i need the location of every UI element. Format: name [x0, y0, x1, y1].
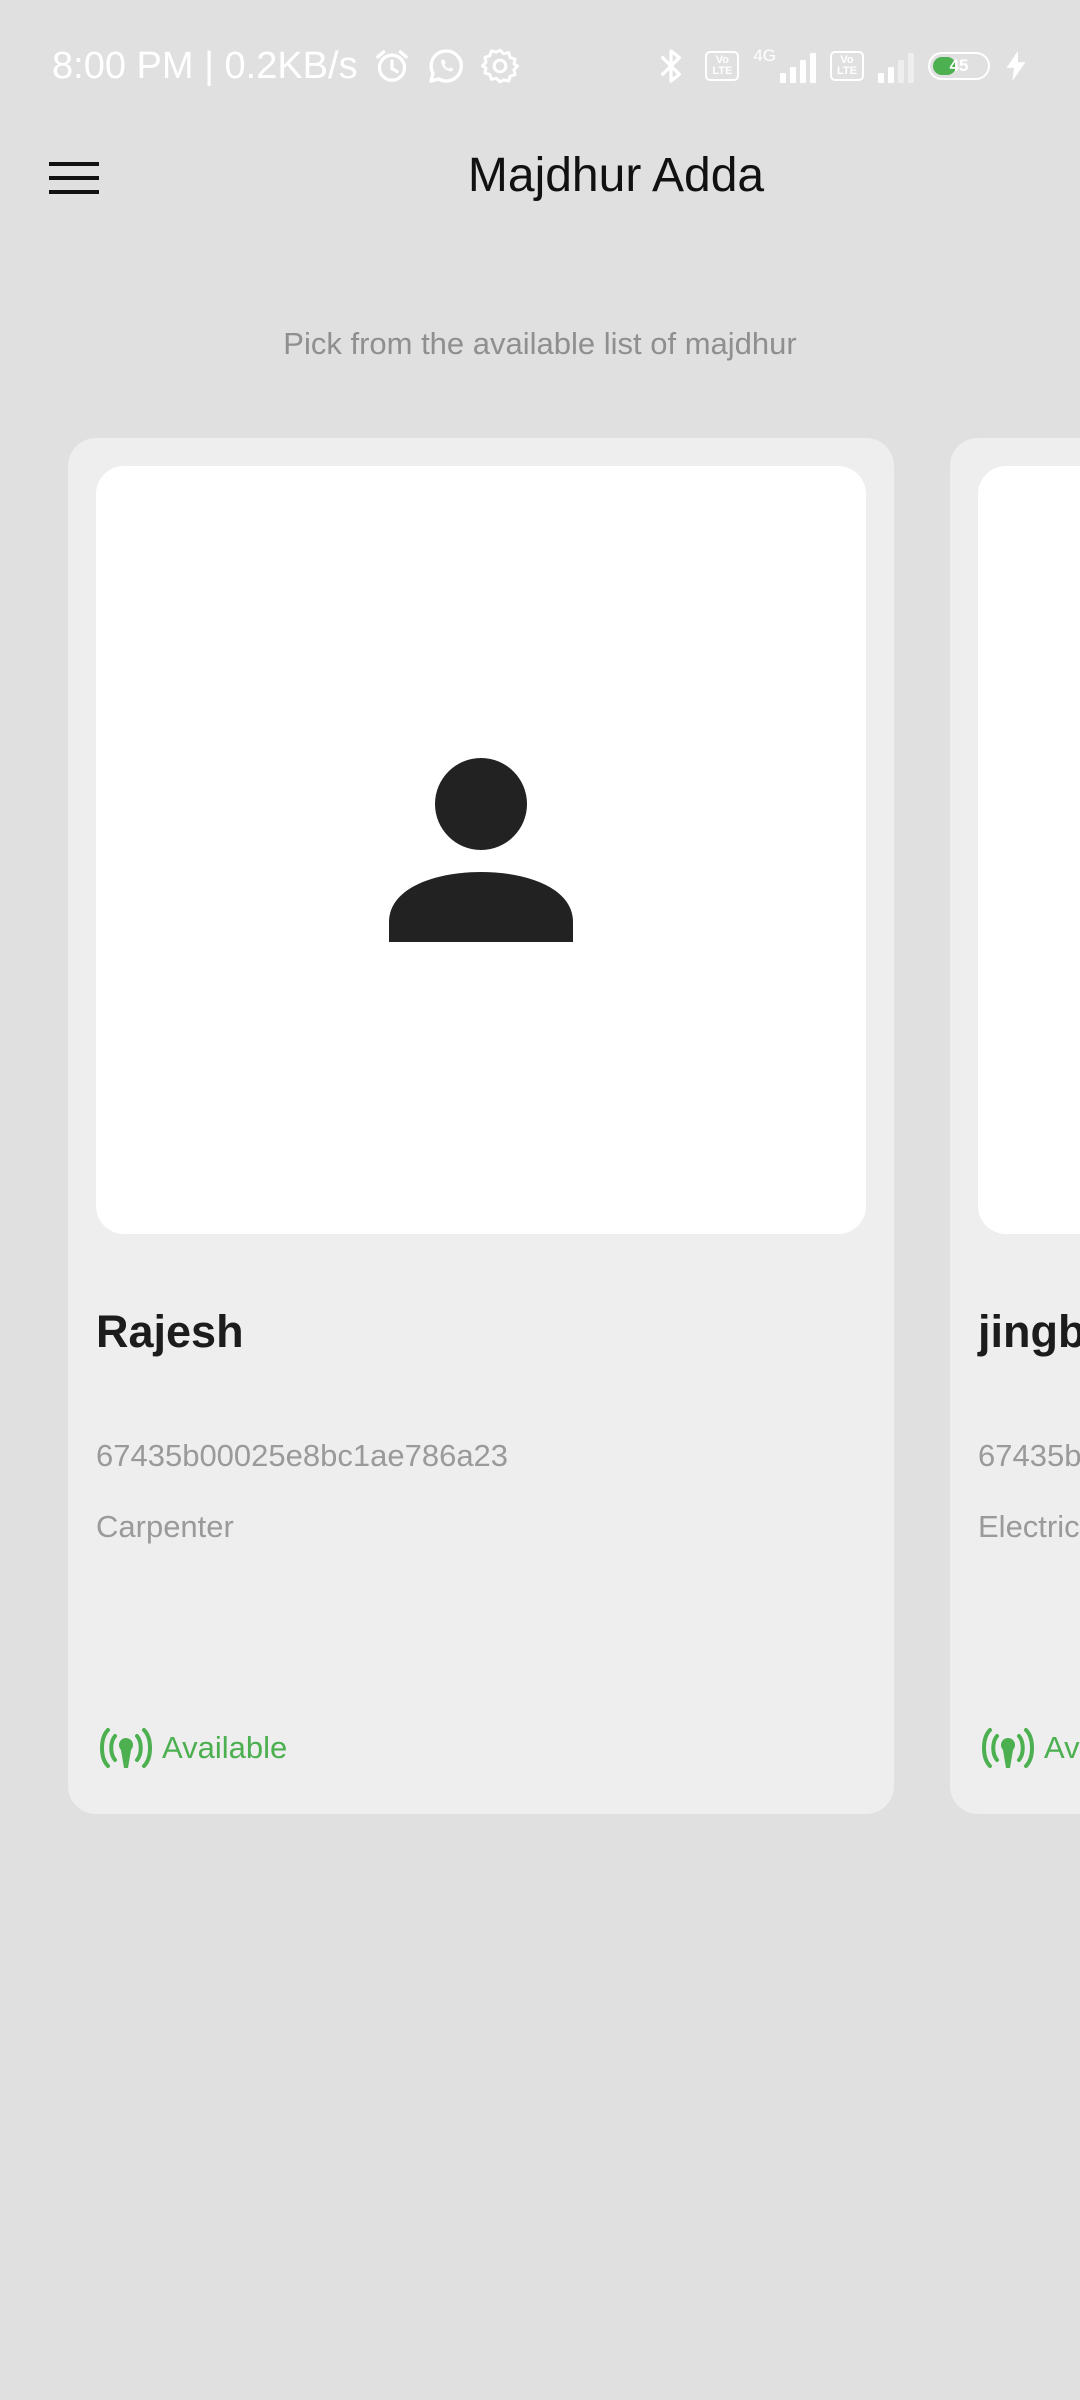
battery-level: 45 — [949, 56, 969, 75]
broadcast-icon — [982, 1728, 1034, 1768]
worker-photo — [96, 466, 866, 1234]
page-subtitle: Pick from the available list of majdhur — [283, 326, 797, 361]
worker-name: Rajesh — [96, 1306, 244, 1357]
alarm-icon — [372, 46, 412, 86]
worker-status: Av — [978, 1724, 1080, 1772]
worker-card[interactable]: Rajesh 67435b00025e8bc1ae786a23 Carpente… — [68, 438, 894, 1814]
status-bar: 8:00 PM | 0.2KB/s Vo LTE 4G Vo LTE 45 — [0, 0, 1080, 132]
status-time: 8:00 PM | 0.2KB/s — [52, 44, 358, 87]
battery-icon: 45 — [928, 52, 990, 80]
worker-status-label: Av — [1044, 1730, 1080, 1765]
page-title: Majdhur Adda — [467, 149, 765, 202]
worker-status-label: Available — [162, 1730, 288, 1765]
bluetooth-icon — [651, 46, 691, 86]
worker-carousel[interactable]: Rajesh 67435b00025e8bc1ae786a23 Carpente… — [0, 438, 1080, 1814]
worker-name: jingb — [978, 1306, 1080, 1357]
worker-status: Available — [96, 1724, 287, 1772]
worker-id: 67435b00025e8bc1ae786a23 — [96, 1438, 509, 1473]
charging-icon — [1006, 50, 1026, 82]
worker-role: Electric — [978, 1509, 1080, 1544]
worker-role: Carpenter — [96, 1509, 234, 1544]
signal-icon — [780, 49, 816, 83]
signal-icon-sim2 — [878, 49, 914, 83]
worker-card[interactable]: jingb 67435b Electric Av — [950, 438, 1080, 1814]
worker-id: 67435b — [978, 1438, 1080, 1473]
volte-icon-sim2: Vo LTE — [830, 51, 864, 81]
screen: 8:00 PM | 0.2KB/s Vo LTE 4G Vo LTE 45 Ma… — [0, 0, 1080, 2400]
status-right: Vo LTE 4G Vo LTE 45 — [651, 46, 1028, 86]
whatsapp-icon — [426, 46, 466, 86]
broadcast-icon — [100, 1728, 152, 1768]
person-icon — [389, 758, 573, 942]
status-left: 8:00 PM | 0.2KB/s — [52, 45, 520, 88]
volte-icon: Vo LTE — [705, 51, 740, 81]
settings-icon — [480, 46, 520, 86]
network-type-label: 4G — [753, 46, 776, 65]
worker-photo — [978, 466, 1080, 1234]
